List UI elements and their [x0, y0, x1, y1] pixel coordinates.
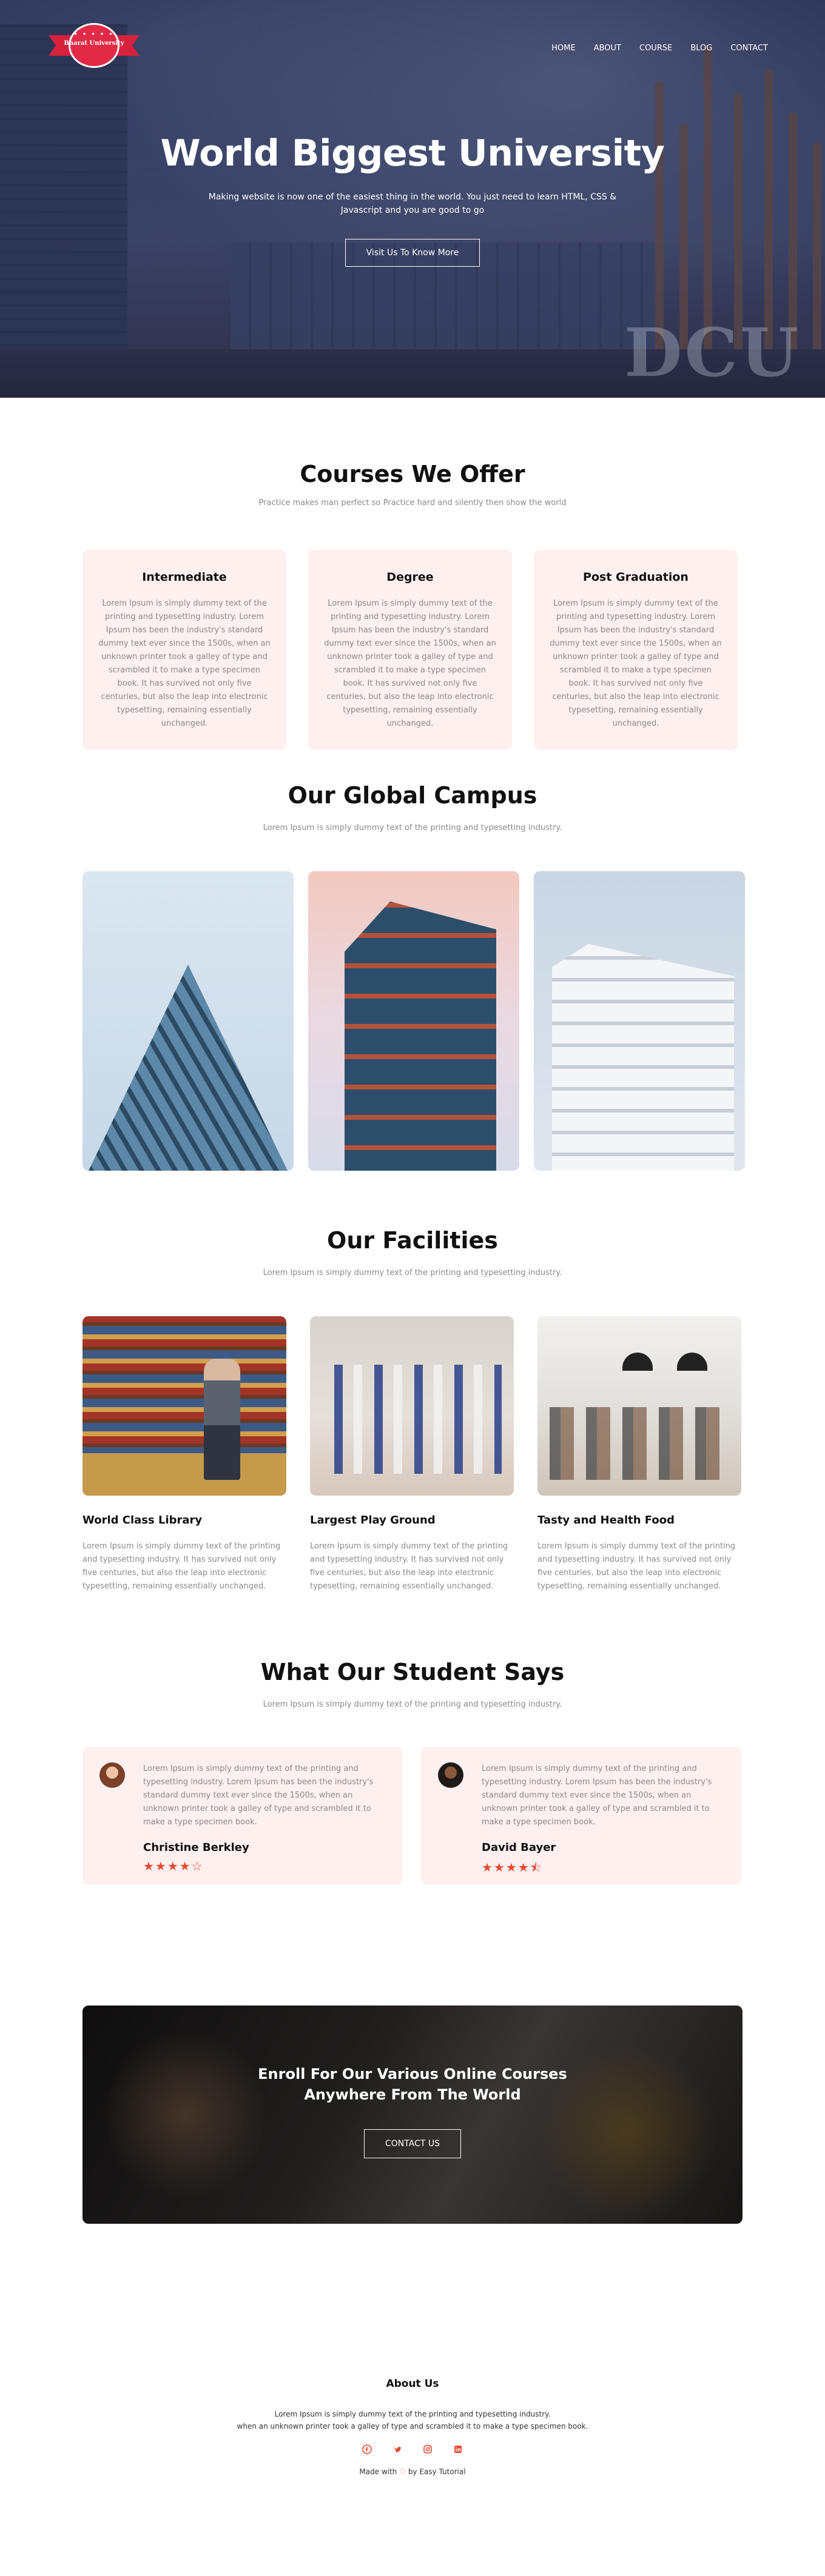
- campus-section: Our Global Campus Lorem Ipsum is simply …: [0, 770, 825, 1226]
- white-building-shape: [552, 944, 734, 1171]
- courses-title: Courses We Offer: [300, 461, 525, 487]
- star-rating: ★★★★⯪: [482, 1860, 543, 1875]
- facebook-icon[interactable]: [362, 2444, 372, 2457]
- campus-gallery: [82, 871, 825, 1171]
- nav-links: HOME ABOUT COURSE BLOG CONTACT: [551, 44, 768, 53]
- facility-name: World Class Library: [82, 1514, 203, 1527]
- testimonials-subtitle: Lorem Ipsum is simply dummy text of the …: [263, 1700, 562, 1709]
- logo-stars: ★ ★ ★ ★ ★: [73, 32, 115, 36]
- avatar: [438, 1762, 463, 1788]
- footer-title: About Us: [386, 2378, 439, 2390]
- top-navigation: ★ ★ ★ ★ ★ Bharat University HOME ABOUT C…: [0, 0, 825, 97]
- facility-description: Lorem Ipsum is simply dummy text of the …: [82, 1542, 281, 1591]
- campus-image-red-building[interactable]: [308, 871, 519, 1171]
- campus-image-glass-tower[interactable]: [82, 871, 294, 1171]
- course-card-degree[interactable]: Degree Lorem Ipsum is simply dummy text …: [308, 550, 512, 750]
- facility-name: Tasty and Health Food: [537, 1514, 675, 1527]
- made-suffix: by Easy Tutorial: [408, 2467, 466, 2476]
- hero-content: World Biggest University Making website …: [0, 132, 825, 267]
- courses-section: Courses We Offer Practice makes man perf…: [0, 398, 825, 770]
- university-logo[interactable]: ★ ★ ★ ★ ★ Bharat University: [49, 22, 140, 70]
- cta-title-line2: Anywhere From The World: [304, 2086, 521, 2103]
- course-card-post-graduation[interactable]: Post Graduation Lorem Ipsum is simply du…: [534, 550, 738, 750]
- course-card-intermediate[interactable]: Intermediate Lorem Ipsum is simply dummy…: [82, 550, 286, 750]
- visit-us-button[interactable]: Visit Us To Know More: [345, 239, 480, 267]
- courses-subtitle: Practice makes man perfect so Practice h…: [258, 498, 567, 507]
- testimonials-title: What Our Student Says: [260, 1659, 565, 1685]
- red-building-shape: [345, 902, 496, 1171]
- course-name: Post Graduation: [583, 570, 689, 584]
- facility-list: World Class Library Lorem Ipsum is simpl…: [82, 1316, 825, 1593]
- nav-link-home[interactable]: HOME: [551, 44, 575, 53]
- testimonials-section: What Our Student Says Lorem Ipsum is sim…: [0, 1650, 825, 1974]
- twitter-icon[interactable]: [392, 2444, 402, 2457]
- made-prefix: Made with: [359, 2467, 397, 2476]
- footer-about-line1: Lorem Ipsum is simply dummy text of the …: [274, 2410, 551, 2418]
- nav-link-about[interactable]: ABOUT: [594, 44, 621, 53]
- footer: About Us Lorem Ipsum is simply dummy tex…: [0, 2326, 825, 2576]
- nav-link-blog[interactable]: BLOG: [690, 44, 712, 53]
- facilities-section: Our Facilities Lorem Ipsum is simply dum…: [0, 1226, 825, 1650]
- hero-title: World Biggest University: [160, 132, 665, 175]
- facility-card-playground: Largest Play Ground Lorem Ipsum is simpl…: [310, 1316, 514, 1593]
- facility-name: Largest Play Ground: [310, 1514, 436, 1527]
- footer-about-line2: when an unknown printer took a galley of…: [237, 2422, 588, 2430]
- nav-link-contact[interactable]: CONTACT: [730, 44, 768, 53]
- facility-card-food: Tasty and Health Food Lorem Ipsum is sim…: [537, 1316, 741, 1593]
- hero-section: DCU ★ ★ ★ ★ ★ Bharat University HOME ABO…: [0, 0, 825, 398]
- testimonial-text: Lorem Ipsum is simply dummy text of the …: [143, 1764, 374, 1827]
- made-with-credit: Made with ♡ by Easy Tutorial: [0, 2467, 825, 2476]
- cta-section: Enroll For Our Various Online Courses An…: [0, 1974, 825, 2326]
- contact-us-button[interactable]: CONTACT US: [364, 2129, 461, 2158]
- social-links: [0, 2444, 825, 2457]
- heart-icon: ♡: [399, 2467, 406, 2476]
- footer-about: Lorem Ipsum is simply dummy text of the …: [200, 2408, 625, 2432]
- testimonial-text: Lorem Ipsum is simply dummy text of the …: [482, 1764, 712, 1827]
- library-image: [82, 1316, 286, 1496]
- testimonial-list: Lorem Ipsum is simply dummy text of the …: [82, 1747, 825, 1885]
- testimonial-author: David Bayer: [482, 1841, 556, 1854]
- logo-text: Bharat University: [64, 40, 124, 47]
- playground-image: [310, 1316, 514, 1496]
- glass-tower-shape: [89, 965, 288, 1171]
- instagram-icon[interactable]: [423, 2444, 433, 2457]
- campus-subtitle: Lorem Ipsum is simply dummy text of the …: [263, 823, 562, 832]
- course-list: Intermediate Lorem Ipsum is simply dummy…: [82, 550, 825, 750]
- cta-banner: Enroll For Our Various Online Courses An…: [82, 2006, 742, 2224]
- hero-description: Making website is now one of the easiest…: [208, 192, 617, 215]
- campus-image-white-building[interactable]: [534, 871, 745, 1171]
- hero-watermark: DCU: [624, 313, 801, 392]
- facility-description: Lorem Ipsum is simply dummy text of the …: [537, 1542, 736, 1591]
- facility-description: Lorem Ipsum is simply dummy text of the …: [310, 1542, 508, 1591]
- cta-title-line1: Enroll For Our Various Online Courses: [258, 2066, 567, 2083]
- campus-title: Our Global Campus: [288, 782, 537, 809]
- facilities-subtitle: Lorem Ipsum is simply dummy text of the …: [263, 1268, 562, 1277]
- cta-content: Enroll For Our Various Online Courses An…: [82, 2064, 742, 2158]
- testimonial-card: Lorem Ipsum is simply dummy text of the …: [421, 1747, 741, 1885]
- course-description: Lorem Ipsum is simply dummy text of the …: [98, 599, 271, 728]
- course-description: Lorem Ipsum is simply dummy text of the …: [324, 599, 496, 728]
- testimonial-card: Lorem Ipsum is simply dummy text of the …: [82, 1747, 403, 1885]
- nav-link-course[interactable]: COURSE: [639, 44, 672, 53]
- course-description: Lorem Ipsum is simply dummy text of the …: [550, 599, 722, 728]
- avatar: [99, 1762, 125, 1788]
- course-name: Degree: [386, 570, 434, 584]
- cafeteria-image: [537, 1316, 741, 1496]
- course-name: Intermediate: [142, 570, 227, 584]
- facility-card-library: World Class Library Lorem Ipsum is simpl…: [82, 1316, 286, 1593]
- testimonial-author: Christine Berkley: [143, 1841, 249, 1854]
- linkedin-icon[interactable]: [453, 2444, 463, 2457]
- cta-title: Enroll For Our Various Online Courses An…: [82, 2064, 742, 2105]
- star-rating: ★★★★☆: [143, 1859, 204, 1873]
- facilities-title: Our Facilities: [327, 1227, 498, 1254]
